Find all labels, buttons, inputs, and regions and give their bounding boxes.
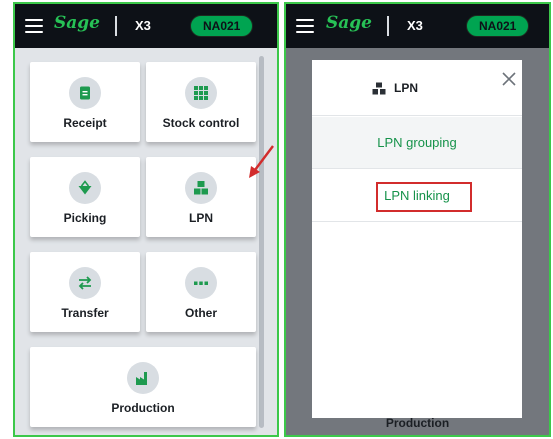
tile-label: Production [111,401,175,415]
folder-badge[interactable]: NA021 [190,15,254,37]
dialog-title: LPN [394,81,418,95]
hamburger-menu-icon[interactable] [296,19,314,33]
hamburger-menu-icon[interactable] [25,19,43,33]
tile-production[interactable]: Production [30,347,256,427]
sage-logo: Sage [326,13,372,33]
factory-icon [127,362,159,394]
tile-lpn[interactable]: LPN [146,157,256,237]
tile-stock-control[interactable]: Stock control [146,62,256,142]
red-arrow-icon [249,145,274,178]
app-header: Sage X3 NA021 [286,4,549,48]
tile-label: Transfer [61,306,109,320]
sage-logo: Sage [54,13,100,33]
main-menu-screen: Sage X3 NA021 Receipt Stock control Pick… [13,2,279,437]
tile-label: Other [184,306,217,320]
tile-transfer[interactable]: Transfer [30,252,140,332]
header-divider [387,16,389,36]
tile-picking[interactable]: Picking [30,157,140,237]
close-icon[interactable] [501,71,517,87]
red-highlight-box [376,182,472,212]
header-divider [115,16,117,36]
boxes-icon [372,82,386,95]
tile-label: Stock control [162,116,240,130]
receipt-icon [69,77,101,109]
background-tile-label: Production [385,416,450,430]
menu-item-label: LPN grouping [377,135,457,150]
module-name: X3 [407,18,423,33]
scrollbar[interactable] [259,56,264,428]
transfer-arrows-icon [69,267,101,299]
dialog-header: LPN [312,60,522,116]
lpn-dialog: LPN LPN grouping LPN linking [312,60,522,418]
tile-receipt[interactable]: Receipt [30,62,140,142]
tile-label: Picking [63,211,107,225]
lpn-submenu-screen: Sage X3 NA021 Production LPN LPN groupin… [284,2,551,437]
grid-icon [185,77,217,109]
app-header: Sage X3 NA021 [15,4,277,48]
folder-badge[interactable]: NA021 [466,15,530,37]
boxes-icon [185,172,217,204]
menu-item-lpn-grouping[interactable]: LPN grouping [312,117,522,169]
tile-other[interactable]: Other [146,252,256,332]
tile-label: LPN [189,211,213,225]
more-dots-icon [185,267,217,299]
module-name: X3 [135,18,151,33]
basket-icon [69,172,101,204]
tile-label: Receipt [63,116,107,130]
